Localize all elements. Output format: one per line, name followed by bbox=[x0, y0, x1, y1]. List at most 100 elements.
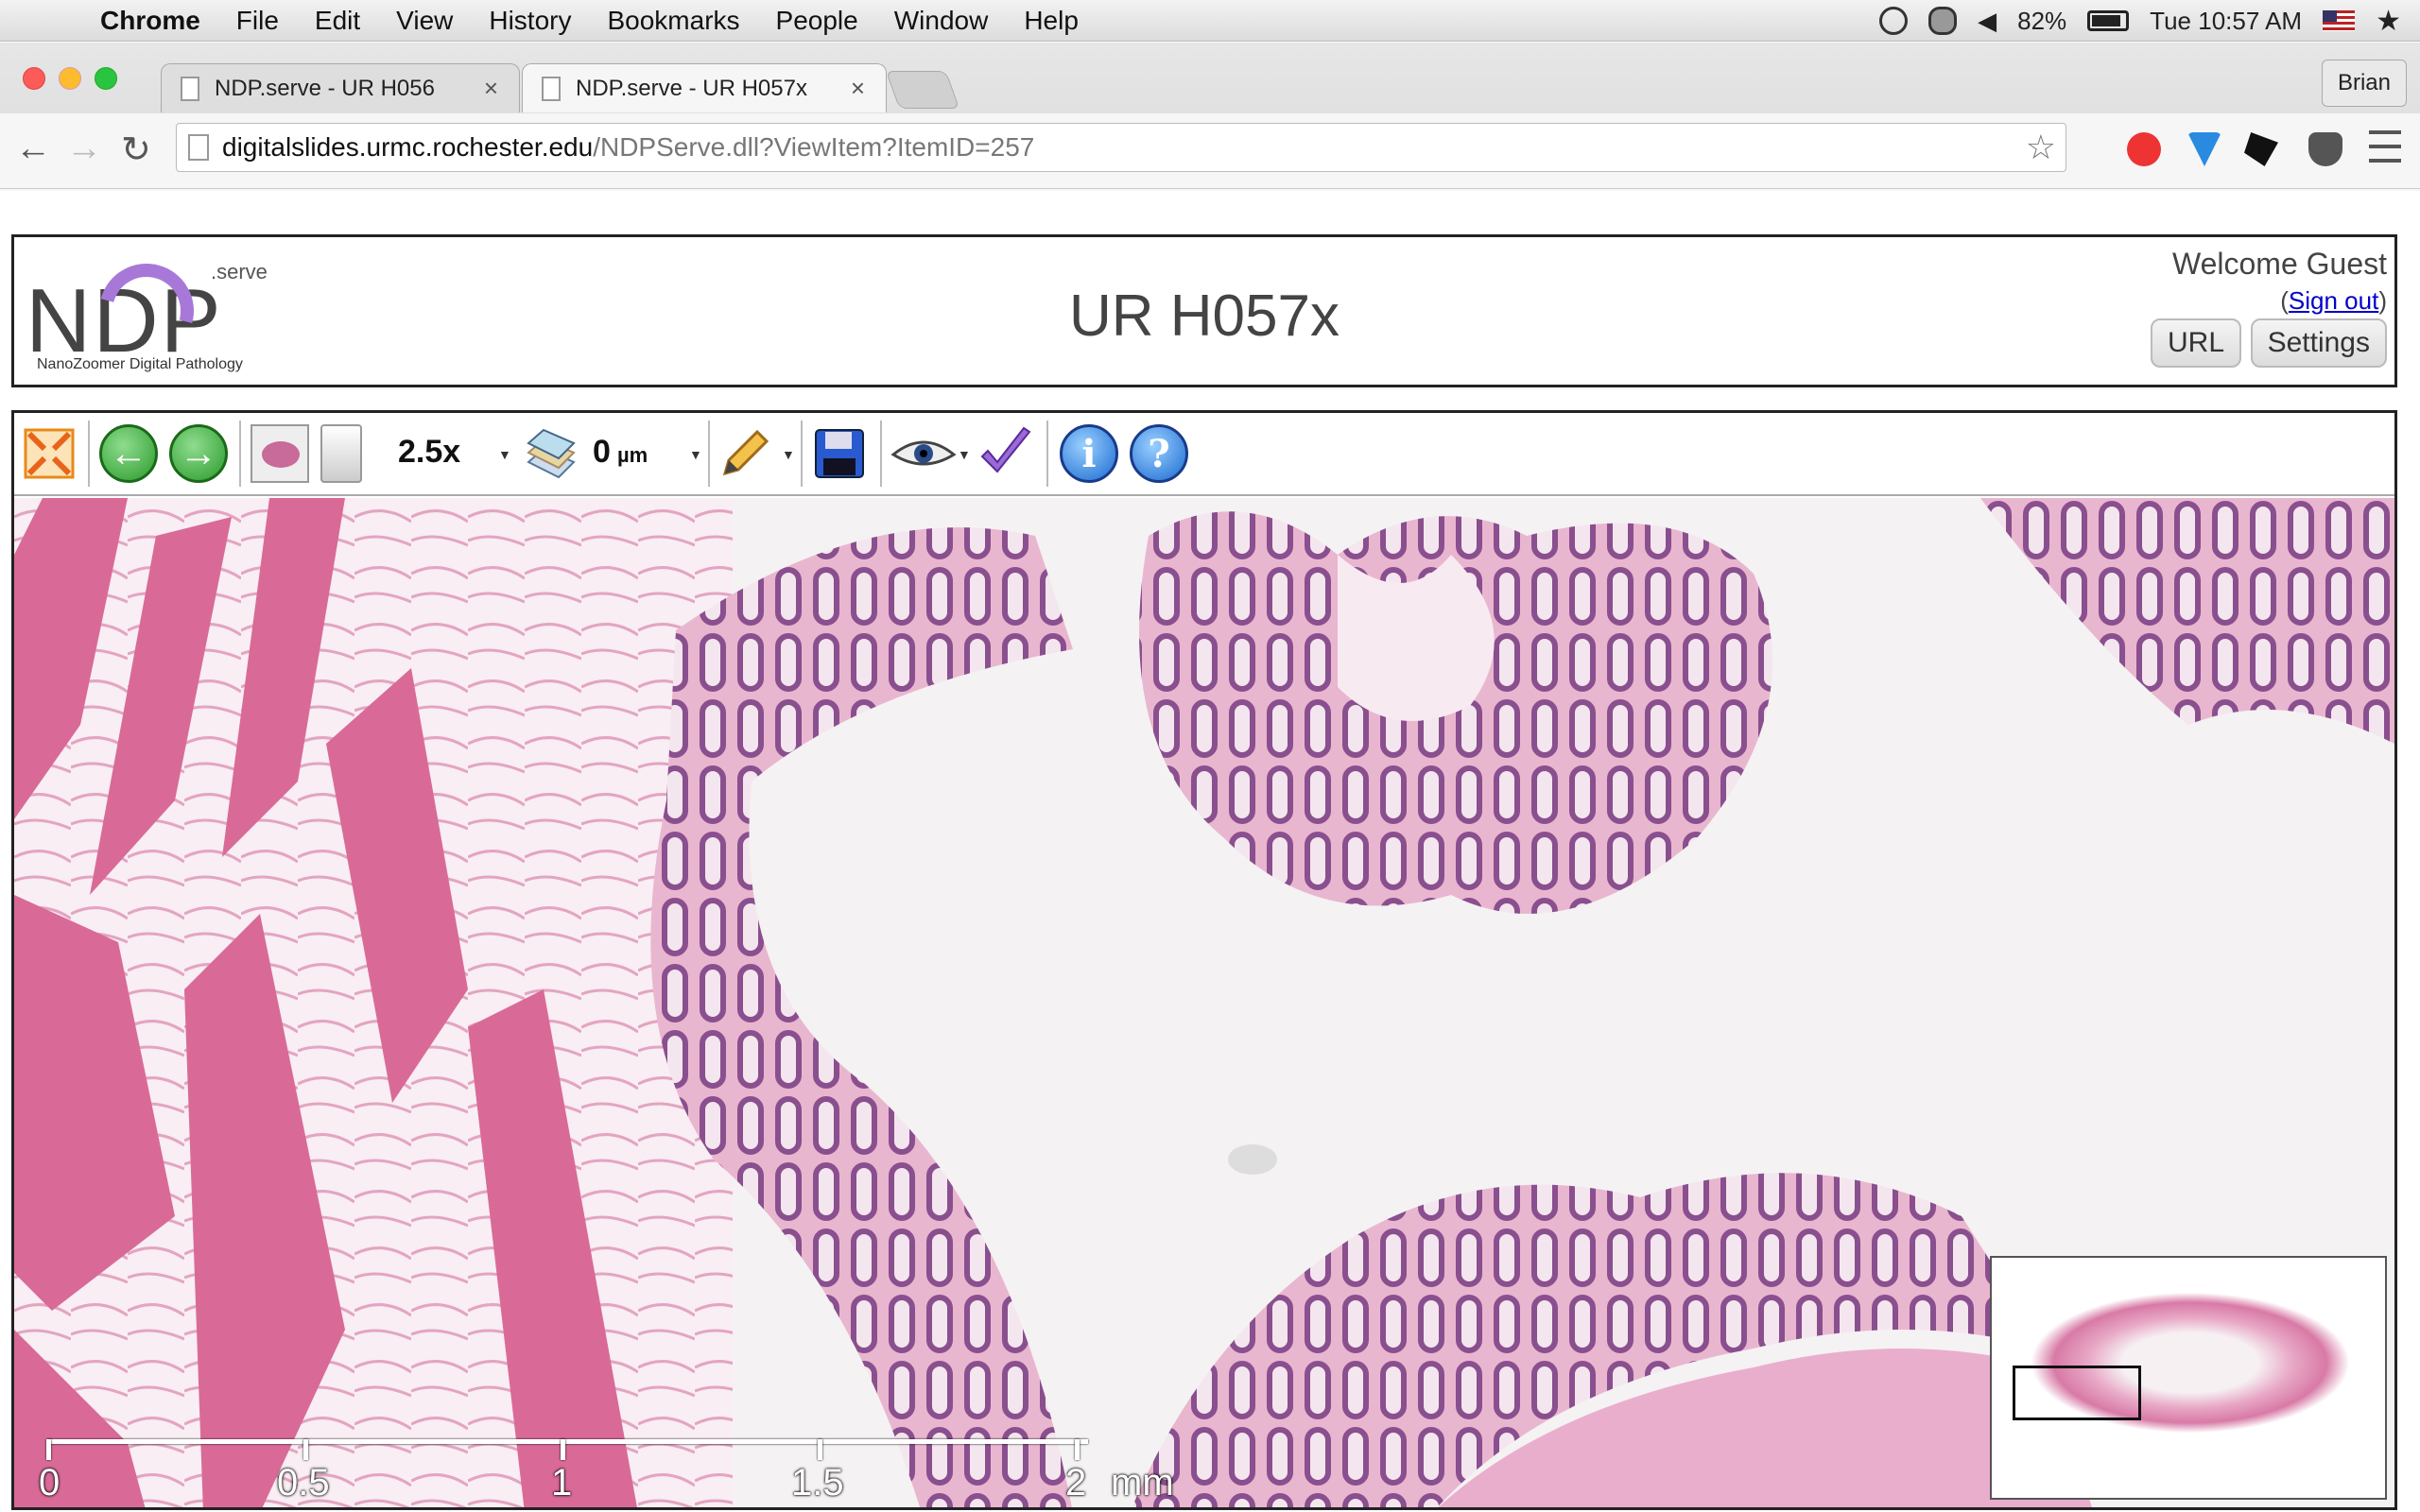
close-tab-icon[interactable]: × bbox=[484, 74, 498, 103]
tab-title: NDP.serve - UR H057x bbox=[576, 75, 807, 101]
page-icon bbox=[542, 76, 561, 101]
signout-wrapper: (Sign out) bbox=[2280, 286, 2387, 316]
menu-app-chrome[interactable]: Chrome bbox=[100, 6, 200, 36]
minimap-viewport-box[interactable] bbox=[2013, 1366, 2141, 1420]
bird-extension-icon[interactable] bbox=[2244, 132, 2278, 166]
annotate-dropdown-icon[interactable]: ▼ bbox=[782, 447, 795, 462]
focus-dropdown-icon[interactable]: ▼ bbox=[689, 447, 702, 462]
url-button[interactable]: URL bbox=[2150, 318, 2241, 368]
url-host: digitalslides.urmc.rochester.edu bbox=[222, 132, 594, 162]
close-tab-icon[interactable]: × bbox=[851, 74, 865, 103]
scale-tick bbox=[818, 1439, 822, 1460]
toolbar-separator bbox=[708, 421, 710, 487]
toolbar-separator bbox=[1046, 421, 1048, 487]
left-arrow-icon: ← bbox=[110, 432, 147, 474]
welcome-text: Welcome Guest bbox=[2171, 247, 2387, 281]
slide-title: UR H057x bbox=[1069, 284, 1340, 349]
menu-edit[interactable]: Edit bbox=[315, 6, 360, 36]
sign-out-link[interactable]: Sign out bbox=[2289, 286, 2378, 315]
menu-window[interactable]: Window bbox=[894, 6, 989, 36]
focus-value[interactable]: 0 bbox=[593, 434, 611, 471]
browser-toolbar: ← → ↻ digitalslides.urmc.rochester.edu /… bbox=[0, 113, 2420, 189]
scale-label: 1 bbox=[551, 1462, 573, 1503]
menu-view[interactable]: View bbox=[396, 6, 453, 36]
page-content: NDP .serve NanoZoomer Digital Pathology … bbox=[0, 191, 2420, 1512]
mac-menubar: Chrome File Edit View History Bookmarks … bbox=[0, 0, 2420, 42]
cloud-app-icon[interactable] bbox=[1928, 7, 1958, 35]
chrome-menu-icon[interactable] bbox=[2369, 130, 2401, 163]
url-path: /NDPServe.dll?ViewItem?ItemID=257 bbox=[593, 132, 1035, 162]
clock[interactable]: Tue 10:57 AM bbox=[2150, 7, 2302, 36]
star-menu-icon[interactable]: ★ bbox=[2376, 5, 2401, 38]
viewer-toolbar: ← → 2.5x ▼ 0 µm ▼ ▼ ▼ i ? bbox=[14, 413, 2394, 496]
profile-button[interactable]: Brian bbox=[2321, 60, 2407, 107]
close-window-button[interactable] bbox=[23, 67, 45, 90]
annotate-pencil-icon[interactable] bbox=[716, 424, 774, 483]
help-button[interactable]: ? bbox=[1130, 424, 1188, 483]
zoom-dropdown-icon[interactable]: ▼ bbox=[498, 447, 511, 462]
logo-serve: .serve bbox=[211, 260, 268, 284]
new-tab-button[interactable] bbox=[885, 71, 960, 109]
paren-open: ( bbox=[2280, 286, 2289, 315]
tab-ur-h057x[interactable]: NDP.serve - UR H057x × bbox=[522, 63, 887, 112]
paren-close: ) bbox=[2378, 286, 2387, 315]
next-view-button[interactable]: → bbox=[169, 424, 228, 483]
menu-file[interactable]: File bbox=[236, 6, 279, 36]
focus-layers-icon[interactable] bbox=[521, 424, 579, 483]
do-not-disturb-icon[interactable] bbox=[1879, 7, 1909, 35]
menu-help[interactable]: Help bbox=[1024, 6, 1079, 36]
fit-to-screen-icon[interactable] bbox=[20, 424, 78, 483]
slide-thumbnail-icon[interactable] bbox=[251, 424, 309, 483]
scale-tick bbox=[561, 1439, 565, 1460]
page-icon bbox=[181, 76, 199, 101]
scale-tick bbox=[46, 1439, 51, 1460]
page-icon bbox=[188, 134, 209, 161]
scale-line bbox=[48, 1439, 1088, 1444]
previous-view-button[interactable]: ← bbox=[99, 424, 158, 483]
ndp-header: NDP .serve NanoZoomer Digital Pathology … bbox=[11, 234, 2397, 387]
toolbar-separator bbox=[239, 421, 241, 487]
toolbar-separator bbox=[880, 421, 882, 487]
menu-people[interactable]: People bbox=[776, 6, 858, 36]
approve-check-icon[interactable] bbox=[977, 424, 1035, 483]
help-icon: ? bbox=[1148, 431, 1170, 476]
zoom-level[interactable]: 2.5x bbox=[398, 434, 460, 471]
input-source-flag-icon[interactable] bbox=[2323, 10, 2356, 31]
scale-label: 2 bbox=[1065, 1462, 1087, 1503]
settings-button[interactable]: Settings bbox=[2250, 318, 2387, 368]
vpn-extension-icon[interactable] bbox=[2187, 132, 2221, 166]
slide-label-icon[interactable] bbox=[320, 424, 362, 483]
address-bar[interactable]: digitalslides.urmc.rochester.edu /NDPSer… bbox=[176, 123, 2066, 172]
save-floppy-icon[interactable] bbox=[810, 424, 869, 483]
view-eye-icon[interactable] bbox=[890, 424, 959, 483]
scale-tick bbox=[1075, 1439, 1080, 1460]
menu-history[interactable]: History bbox=[489, 6, 571, 36]
right-arrow-icon: → bbox=[180, 432, 217, 474]
minimize-window-button[interactable] bbox=[59, 67, 81, 90]
tab-ur-h056[interactable]: NDP.serve - UR H056 × bbox=[161, 63, 520, 112]
adblock-extension-icon[interactable] bbox=[2127, 132, 2161, 166]
volume-icon[interactable]: ◀ bbox=[1978, 7, 1996, 36]
scale-label: 0.5 bbox=[277, 1462, 330, 1503]
scale-unit: mm bbox=[1111, 1462, 1174, 1503]
overview-minimap[interactable] bbox=[1990, 1256, 2387, 1500]
tab-title: NDP.serve - UR H056 bbox=[215, 75, 435, 101]
forward-arrow-icon[interactable]: → bbox=[66, 129, 102, 169]
scale-bar: 0 0.5 1 1.5 2 mm bbox=[35, 1418, 1226, 1503]
pocket-extension-icon[interactable] bbox=[2308, 132, 2342, 166]
toolbar-separator bbox=[88, 421, 90, 487]
reload-icon[interactable]: ↻ bbox=[121, 129, 151, 171]
logo-tagline: NanoZoomer Digital Pathology bbox=[37, 356, 243, 372]
slide-image[interactable]: 0 0.5 1 1.5 2 mm bbox=[14, 498, 2394, 1507]
battery-icon[interactable] bbox=[2087, 10, 2130, 31]
bookmark-star-icon[interactable]: ☆ bbox=[2026, 128, 2056, 167]
slide-viewer: ← → 2.5x ▼ 0 µm ▼ ▼ ▼ i ? 0 0.5 1 1.5 2 … bbox=[11, 410, 2397, 1510]
view-dropdown-icon[interactable]: ▼ bbox=[958, 447, 971, 462]
scale-label: 1.5 bbox=[791, 1462, 844, 1503]
zoom-window-button[interactable] bbox=[95, 67, 117, 90]
battery-percent: 82% bbox=[2017, 6, 2067, 35]
info-button[interactable]: i bbox=[1060, 424, 1118, 483]
menu-bookmarks[interactable]: Bookmarks bbox=[607, 6, 739, 36]
scale-label: 0 bbox=[39, 1462, 60, 1503]
back-arrow-icon[interactable]: ← bbox=[15, 129, 51, 169]
